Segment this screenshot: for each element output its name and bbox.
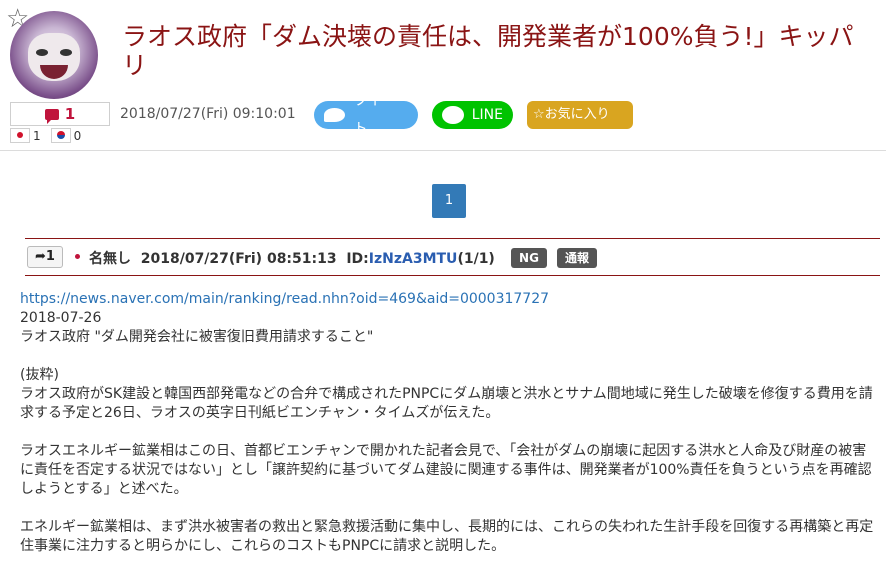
japan-count: 1 (33, 128, 41, 143)
comment-count[interactable]: 1 (10, 102, 110, 126)
id-label: ID: (346, 251, 369, 267)
flag-counts: 1 0 (10, 128, 91, 143)
bullet-icon (75, 254, 80, 259)
divider (0, 150, 886, 151)
paragraph-2-line-3: しようとする」と述べた。 (20, 481, 188, 497)
japan-flag-icon (10, 128, 30, 143)
excerpt-label: (抜粋) (20, 367, 59, 383)
paragraph-1-line-2: 求する予定と26日、ラオスの英字日刊紙ビエンチャン・タイムズが伝えた。 (20, 405, 500, 421)
paragraph-3-line-1: エネルギー鉱業相は、まず洪水被害者の救出と緊急救援活動に集中し、長期的には、これ… (20, 519, 874, 535)
article-title: ラオス政府「ダム決壊の責任は、開発業者が100%負う!」キッパリ (122, 22, 854, 80)
article-date: 2018/07/27(Fri) 09:10:01 (120, 106, 296, 122)
korea-count: 0 (73, 128, 82, 143)
reply-anchor-button[interactable]: ➦1 (27, 246, 63, 268)
ng-button[interactable]: NG (511, 248, 547, 268)
favorite-label: ☆お気に入り (533, 107, 610, 122)
poster-name: 名無し (89, 251, 131, 267)
comment-count-value: 1 (64, 105, 76, 123)
post-header: ➦1 名無し 2018/07/27(Fri) 08:51:13 ID:IzNzA… (25, 238, 880, 276)
report-button[interactable]: 通報 (557, 248, 597, 268)
favorite-button[interactable]: ☆お気に入り (527, 101, 633, 129)
page-1-button[interactable]: 1 (432, 184, 466, 218)
paragraph-2-line-2: に責任を否定する状況ではない」とし「譲許契約に基づいてダム建設に関連する事件は、… (20, 462, 872, 478)
post-meta: 名無し 2018/07/27(Fri) 08:51:13 ID:IzNzA3MT… (89, 248, 495, 268)
post-datetime: 2018/07/27(Fri) 08:51:13 (140, 251, 337, 267)
korea-flag-icon (50, 128, 71, 143)
tweet-label: ツイート (353, 93, 396, 137)
poster-id[interactable]: IzNzA3MTU (369, 251, 458, 267)
line-button[interactable]: LINE (432, 101, 513, 129)
post-body: https://news.naver.com/main/ranking/read… (20, 290, 880, 556)
avatar (10, 11, 98, 99)
line-label: LINE (471, 107, 503, 123)
share-arrow-icon: ➦ (35, 249, 46, 264)
tweet-button[interactable]: ツイート (314, 93, 418, 137)
paragraph-1-line-1: ラオス政府がSK建設と韓国西部発電などの合弁で構成されたPNPCにダム崩壊と洪水… (20, 386, 873, 402)
paragraph-2-line-1: ラオスエネルギー鉱業相はこの日、首都ビエンチャンで開かれた記者会見で、「会社がダ… (20, 443, 867, 459)
twitter-bird-icon (324, 108, 346, 122)
source-link[interactable]: https://news.naver.com/main/ranking/read… (20, 290, 880, 309)
comment-icon (44, 109, 59, 124)
paragraph-3-line-2: 住事業に注力すると明らかにし、これらのコストもPNPCに請求と説明した。 (20, 538, 506, 554)
post-number: 1 (45, 249, 55, 264)
headline: ラオス政府 "ダム開発会社に被害復旧費用請求すること" (20, 329, 374, 345)
source-date: 2018-07-26 (20, 310, 102, 326)
line-icon (442, 106, 464, 124)
id-count: (1/1) (457, 251, 495, 267)
